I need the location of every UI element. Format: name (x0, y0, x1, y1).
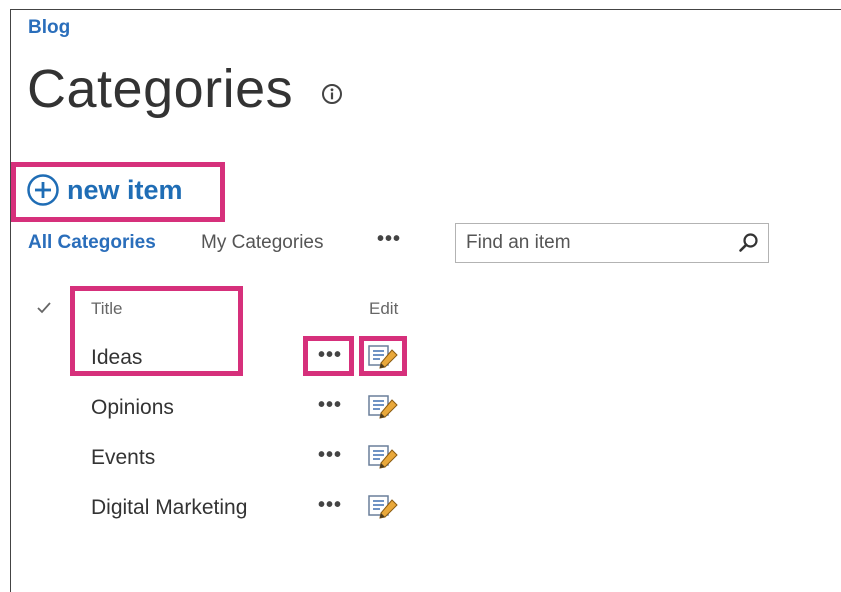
new-item-label: new item (67, 174, 183, 205)
row-title-link[interactable]: Ideas (91, 346, 142, 370)
new-item-button[interactable]: new item (26, 172, 183, 208)
edit-pencil-icon[interactable] (368, 345, 398, 371)
info-icon[interactable] (321, 83, 343, 105)
frame-left-border (10, 9, 11, 592)
row-title-link[interactable]: Opinions (91, 396, 174, 420)
row-title-link[interactable]: Digital Marketing (91, 496, 247, 520)
row-more-menu[interactable]: ••• (318, 344, 342, 367)
page-title: Categories (27, 59, 294, 119)
view-more-ellipsis[interactable]: ••• (377, 228, 401, 251)
search-input[interactable] (456, 224, 736, 262)
search-icon[interactable] (738, 232, 760, 254)
column-header-title[interactable]: Title (91, 299, 123, 319)
view-all-categories[interactable]: All Categories (28, 232, 156, 254)
edit-pencil-icon[interactable] (368, 495, 398, 521)
edit-pencil-icon[interactable] (368, 445, 398, 471)
breadcrumb-blog-link[interactable]: Blog (28, 17, 70, 39)
column-header-edit: Edit (369, 299, 399, 318)
row-more-menu[interactable]: ••• (318, 444, 342, 467)
row-title-link[interactable]: Events (91, 446, 155, 470)
view-my-categories[interactable]: My Categories (201, 232, 324, 254)
plus-circle-icon (27, 174, 59, 206)
frame-top-border (10, 9, 841, 10)
checkmark-icon[interactable] (36, 300, 52, 316)
row-more-menu[interactable]: ••• (318, 494, 342, 517)
row-more-menu[interactable]: ••• (318, 394, 342, 417)
edit-pencil-icon[interactable] (368, 395, 398, 421)
search-box (455, 223, 769, 263)
